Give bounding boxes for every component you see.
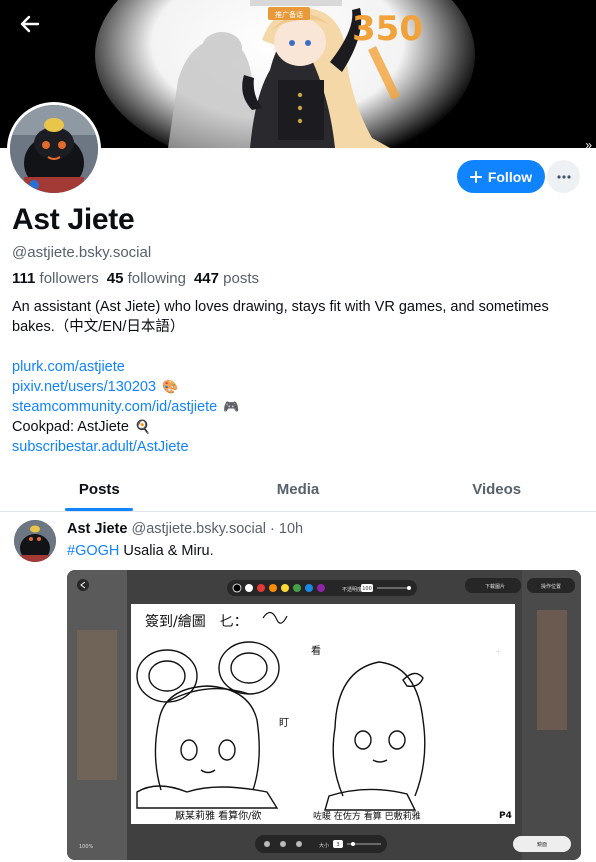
- image-toolbar-value: 100: [362, 586, 372, 592]
- link-steam[interactable]: steamcommunity.com/id/astjiete: [12, 397, 217, 417]
- image-top-right-2: 操作位置: [541, 583, 561, 590]
- tab-media-label: Media: [276, 481, 320, 498]
- posts-stat: 447 posts: [194, 270, 259, 287]
- post-header: Ast Jiete @astjiete.bsky.social · 10h: [67, 521, 303, 537]
- cookpad-text: Cookpad: AstJiete: [12, 419, 129, 435]
- link-pixiv[interactable]: pixiv.net/users/130203: [12, 377, 156, 397]
- more-options-button[interactable]: [547, 160, 580, 193]
- banner-corner-icon: »: [585, 138, 592, 148]
- followers-count: 111: [12, 270, 36, 287]
- post-author-avatar[interactable]: [14, 520, 56, 562]
- following-stat[interactable]: 45 following: [107, 270, 186, 287]
- post-separator: ·: [270, 521, 275, 537]
- profile-handle: @astjiete.bsky.social: [12, 244, 152, 261]
- sketch-label-left: 厭某莉雅 看算你/欲: [175, 809, 262, 822]
- arrow-left-icon: [20, 15, 40, 33]
- sketch-label-right: 咗暖 在佐方 看算 巴敷莉雅: [313, 810, 421, 822]
- sketch-label-look: 看: [311, 644, 321, 657]
- following-count: 45: [106, 270, 124, 287]
- image-zoom-level: 100%: [79, 844, 94, 850]
- following-label: following: [127, 270, 186, 287]
- back-button[interactable]: [14, 10, 46, 38]
- tab-posts[interactable]: Posts: [0, 472, 199, 511]
- gamepad-icon: 🎮: [223, 399, 240, 414]
- post-author-name[interactable]: Ast Jiete: [67, 521, 127, 537]
- cooking-icon: 🍳: [134, 419, 152, 434]
- sketch-title: 簽到/繪圖 𠤎：: [145, 613, 248, 630]
- link-plurk[interactable]: plurk.com/astjiete: [12, 357, 125, 377]
- display-name: Ast Jiete: [12, 203, 135, 236]
- image-top-right-1: 下載圖片: [485, 583, 505, 590]
- follow-button[interactable]: Follow: [457, 160, 545, 193]
- image-size-label: 大小: [319, 842, 329, 849]
- profile-links: plurk.com/astjiete pixiv.net/users/13020…: [12, 357, 239, 457]
- post-text: #GOGH Usalia & Miru.: [67, 543, 214, 559]
- post-body: Usalia & Miru.: [119, 543, 214, 559]
- follow-label: Follow: [487, 168, 533, 185]
- banner-sign-text: 350: [352, 9, 423, 49]
- link-subscribestar[interactable]: subscribestar.adult/AstJiete: [12, 437, 189, 457]
- profile-tabs: Posts Media Videos: [0, 472, 596, 512]
- posts-count: 447: [193, 270, 219, 287]
- tab-videos-label: Videos: [472, 481, 522, 498]
- image-toolbar-label: 不透明度: [342, 586, 362, 593]
- tab-videos[interactable]: Videos: [397, 472, 596, 511]
- posts-label: posts: [223, 270, 260, 287]
- avatar-image: [10, 105, 98, 193]
- followers-label: followers: [39, 270, 99, 287]
- palette-icon: 🎨: [162, 379, 179, 394]
- post-hashtag[interactable]: #GOGH: [67, 543, 119, 559]
- post-image[interactable]: 不透明度 100 下載圖片 操作位置 簽到/繪圖 𠤎： 看 盯 厭某莉雅 看算你…: [67, 570, 581, 860]
- sketch-page-number: P4: [499, 811, 512, 821]
- post-image-content: 不透明度 100 下載圖片 操作位置 簽到/繪圖 𠤎： 看 盯 厭某莉雅 看算你…: [67, 570, 581, 860]
- plus-icon: [469, 170, 482, 183]
- banner-badge-text: 推广备话: [275, 10, 303, 19]
- ellipsis-icon: [556, 174, 571, 179]
- post-avatar-image: [14, 520, 56, 562]
- active-tab-indicator: [65, 508, 134, 511]
- tab-posts-label: Posts: [78, 481, 120, 498]
- followers-stat[interactable]: 111 followers: [12, 270, 99, 287]
- image-mirror-label: 鏡面: [537, 841, 547, 848]
- sketch-label-stare: 盯: [279, 717, 289, 729]
- profile-stats: 111 followers 45 following 447 posts: [12, 270, 259, 287]
- svg-text:+: +: [495, 647, 502, 656]
- image-size-value: 3: [336, 842, 339, 848]
- profile-bio: An assistant (Ast Jiete) who loves drawi…: [12, 299, 549, 335]
- profile-avatar[interactable]: [7, 102, 101, 196]
- tab-media[interactable]: Media: [199, 472, 398, 511]
- post-time[interactable]: 10h: [279, 521, 303, 537]
- post-author-handle[interactable]: @astjiete.bsky.social: [131, 521, 266, 537]
